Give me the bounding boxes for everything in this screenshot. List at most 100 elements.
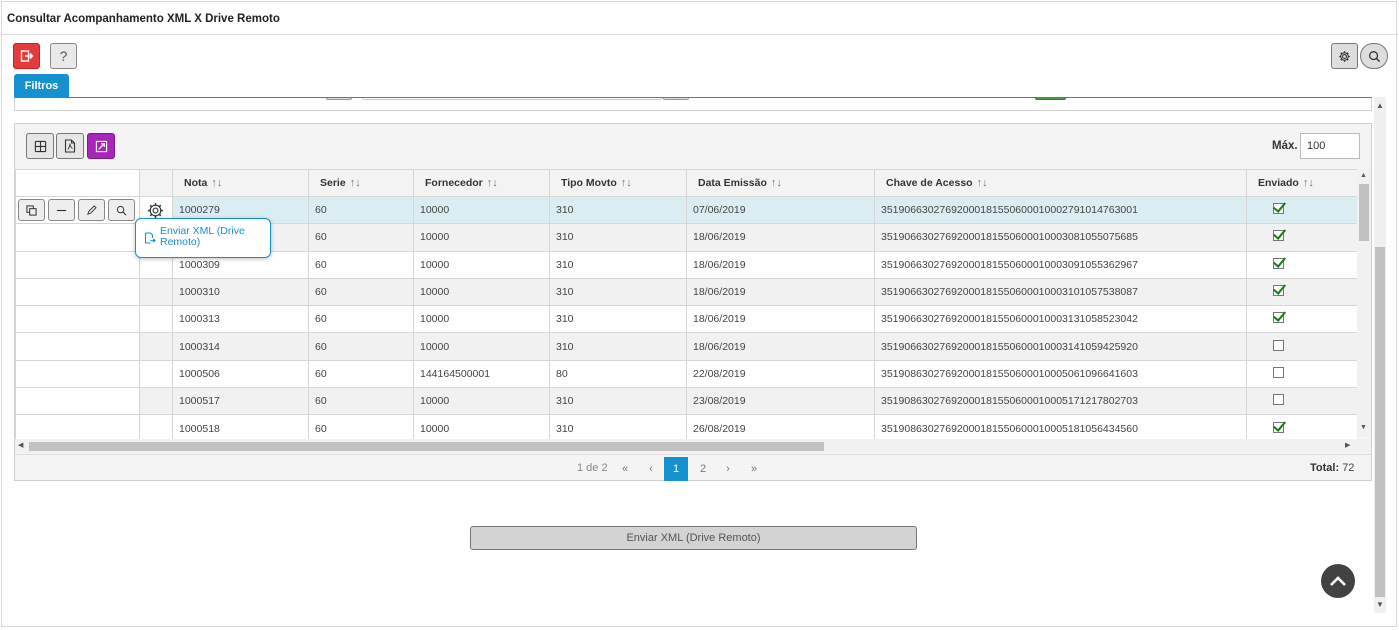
filter-field-stub [1035,98,1066,100]
header-actions-cell [15,169,140,197]
exit-button[interactable] [13,43,40,69]
popover-send-xml-label[interactable]: Enviar XML (Drive Remoto) [160,225,245,248]
scroll-down-arrow[interactable]: ▼ [1360,424,1367,431]
cell-data-emissao: 23/08/2019 [686,387,875,416]
enviado-checkbox[interactable] [1273,285,1284,297]
scroll-right-arrow[interactable]: ▶ [1345,441,1350,449]
sort-icon[interactable]: ↑↓ [771,177,782,189]
columns-button[interactable] [26,133,54,159]
cell-chave-acesso: 3519086302769200018155060001000518105643… [874,414,1247,439]
next-page-button[interactable]: › [716,457,740,481]
cell-nota: 1000314 [172,332,309,361]
enviado-checkbox[interactable] [1273,421,1284,433]
cell-tipo-movto: 310 [549,332,687,361]
view-button[interactable] [108,199,135,222]
table-row[interactable]: 1000313 60 10000 310 18/06/2019 3519066302769… [15,305,1357,334]
sort-icon[interactable]: ↑↓ [1303,177,1314,189]
cell-nota: 1000313 [172,305,309,334]
cell-fornecedor: 10000 [413,387,550,416]
cell-serie: 60 [308,277,414,307]
sort-icon[interactable]: ↑↓ [487,177,498,189]
cell-enviado [1246,195,1357,225]
table-row[interactable]: 1000310 60 10000 310 18/06/2019 3519066302769… [15,277,1357,307]
cell-serie: 60 [308,387,414,416]
scroll-down-arrow[interactable]: ▼ [1376,600,1384,609]
cell-chave-acesso: 3519066302769200018155060001000314105942… [874,332,1247,361]
enviado-checkbox[interactable] [1273,394,1284,406]
cell-nota: 1000518 [172,414,309,439]
sort-icon[interactable]: ↑↓ [977,177,988,189]
page-2-button[interactable]: 2 [691,457,715,481]
pdf-icon [64,139,76,153]
sort-icon[interactable]: ↑↓ [350,177,361,189]
cell-fornecedor: 10000 [413,305,550,334]
settings-button[interactable] [1331,43,1358,69]
data-table: Nota ↑↓ Serie ↑↓ Fornecedor ↑↓ Tipo Movto ↑↓… [15,169,1357,439]
enviado-checkbox[interactable] [1273,203,1284,215]
cell-chave-acesso: 3519066302769200018155060001000309105536… [874,250,1247,279]
copy-icon [26,205,37,216]
table-horizontal-scrollbar[interactable]: ◀ ▶ [15,439,1371,453]
page-scrollbar[interactable]: ▲ ▼ [1374,97,1386,613]
prev-page-button[interactable]: ‹ [639,457,663,481]
column-header-data-emissao[interactable]: Data Emissão ↑↓ [686,169,875,197]
scroll-up-arrow[interactable]: ▲ [1360,172,1367,179]
table-hscroll-thumb[interactable] [29,442,824,451]
enviado-checkbox[interactable] [1273,230,1284,242]
cell-fornecedor: 10000 [413,223,550,252]
remove-button[interactable] [48,199,75,222]
page-1-button[interactable]: 1 [664,457,688,481]
table-row[interactable]: 1000517 60 10000 310 23/08/2019 3519086302769… [15,387,1357,416]
column-header-fornecedor[interactable]: Fornecedor ↑↓ [413,169,550,197]
help-button[interactable]: ? [50,43,77,69]
first-page-button[interactable]: « [613,457,637,481]
row-actions-cell [15,332,140,361]
sort-icon[interactable]: ↑↓ [621,177,632,189]
sort-icon[interactable]: ↑↓ [211,177,222,189]
column-header-serie[interactable]: Serie ↑↓ [308,169,414,197]
search-button[interactable] [1360,43,1388,69]
scroll-up-arrow[interactable]: ▲ [1376,101,1384,110]
row-gear-cell [139,332,173,361]
export-pdf-button[interactable] [56,133,84,159]
table-row[interactable]: 1000518 60 10000 310 26/08/2019 3519086302769… [15,414,1357,439]
send-xml-button[interactable]: Enviar XML (Drive Remoto) [470,526,917,550]
edit-button[interactable] [78,199,105,222]
last-page-button[interactable]: » [742,457,766,481]
table-vscroll-thumb[interactable] [1359,184,1369,241]
row-gear-cell [139,387,173,416]
copy-button[interactable] [18,199,45,222]
table-row[interactable]: 1000314 60 10000 310 18/06/2019 3519066302769… [15,332,1357,361]
enviado-checkbox[interactable] [1273,312,1284,324]
row-action-popover[interactable]: Enviar XML (Drive Remoto) [135,218,271,258]
column-header-nota[interactable]: Nota ↑↓ [172,169,309,197]
expand-button[interactable] [87,133,115,159]
column-header-enviado[interactable]: Enviado ↑↓ [1246,169,1357,197]
page-scroll-thumb[interactable] [1375,247,1385,597]
search-icon [1368,50,1380,62]
row-actions-cell [15,414,140,439]
cell-fornecedor: 144164500001 [413,359,550,389]
cell-nota: 1000506 [172,359,309,389]
scroll-left-arrow[interactable]: ◀ [18,441,23,449]
row-actions-cell [15,223,140,252]
cell-tipo-movto: 310 [549,305,687,334]
enviado-checkbox[interactable] [1273,339,1284,351]
cell-fornecedor: 10000 [413,195,550,225]
cell-data-emissao: 18/06/2019 [686,250,875,279]
cell-chave-acesso: 3519086302769200018155060001000517121780… [874,387,1247,416]
enviado-checkbox[interactable] [1273,366,1284,378]
cell-serie: 60 [308,414,414,439]
table-row[interactable]: 1000506 60 144164500001 80 22/08/2019 3519086… [15,359,1357,389]
enviado-checkbox[interactable] [1273,257,1284,269]
total-count: Total: 72 [1310,462,1355,474]
max-label: Máx. [1272,140,1298,152]
column-header-tipo-movto[interactable]: Tipo Movto ↑↓ [549,169,687,197]
max-records-input[interactable]: 100 [1300,133,1360,159]
column-header-chave-acesso[interactable]: Chave de Acesso ↑↓ [874,169,1247,197]
table-vertical-scrollbar[interactable]: ▲ ▼ [1357,169,1371,437]
tab-filtros[interactable]: Filtros [14,74,69,98]
cell-enviado [1246,305,1357,334]
scroll-to-top-button[interactable] [1321,564,1355,598]
cell-enviado [1246,332,1357,361]
